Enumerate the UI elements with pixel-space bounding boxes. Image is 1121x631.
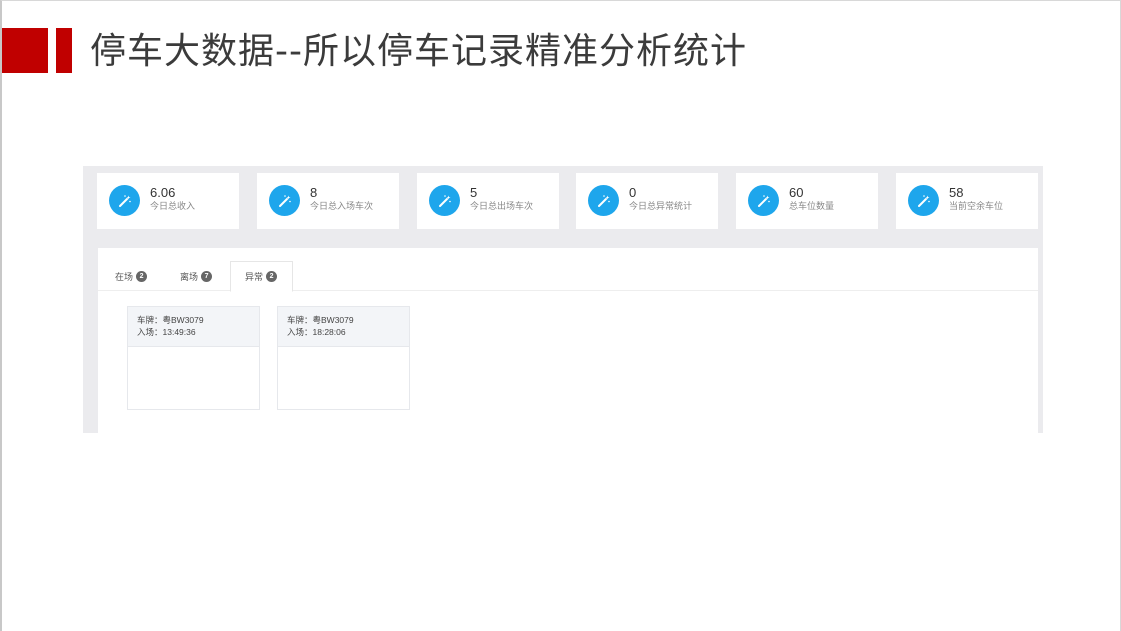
record-card[interactable]: 车牌：粤BW3079 入场：18:28:06: [277, 306, 410, 410]
wand-icon: [748, 185, 779, 216]
entry-label: 入场：: [287, 328, 313, 338]
plate-value: 粤BW3079: [312, 315, 354, 325]
stat-card-today-anomalies: 0 今日总异常统计: [576, 173, 718, 229]
tab-departed[interactable]: 离场 7: [180, 261, 213, 291]
stat-value: 0: [629, 185, 637, 200]
stat-value: 60: [789, 185, 804, 200]
parking-dashboard: 6.06 今日总收入 8 今日总入场车次 5 今日总出场车次 0 今日总异常统计…: [83, 166, 1043, 433]
wand-icon: [269, 185, 300, 216]
stat-label: 今日总出场车次: [470, 202, 534, 212]
stat-value: 5: [470, 185, 478, 200]
record-card-header: 车牌：粤BW3079 入场：13:49:36: [128, 307, 259, 347]
record-entry-time: 入场：13:49:36: [137, 327, 196, 339]
tab-label: 离场: [180, 272, 199, 283]
stat-value: 6.06: [150, 185, 176, 200]
stat-value: 8: [310, 185, 318, 200]
record-card[interactable]: 车牌：粤BW3079 入场：13:49:36: [127, 306, 260, 410]
stat-value: 58: [949, 185, 964, 200]
plate-value: 粤BW3079: [162, 315, 204, 325]
plate-label: 车牌：: [287, 316, 313, 326]
record-plate: 车牌：粤BW3079: [287, 315, 354, 327]
stat-label: 当前空余车位: [949, 202, 1004, 212]
tab-count-badge: 7: [201, 270, 213, 282]
stat-card-total-spaces: 60 总车位数量: [736, 173, 878, 229]
stat-label: 总车位数量: [789, 202, 835, 212]
wand-icon: [588, 185, 619, 216]
stat-card-free-spaces: 58 当前空余车位: [896, 173, 1038, 229]
record-plate: 车牌：粤BW3079: [137, 315, 204, 327]
stat-card-today-income: 6.06 今日总收入: [97, 173, 239, 229]
stat-label: 今日总异常统计: [629, 202, 693, 212]
tab-bar: 在场 2 离场 7 异常 2: [98, 261, 1038, 292]
tab-label: 异常: [245, 273, 264, 283]
tab-count-badge: 2: [266, 271, 278, 282]
record-card-header: 车牌：粤BW3079 入场：18:28:06: [278, 307, 409, 347]
tab-label: 在场: [115, 272, 134, 283]
entry-label: 入场：: [137, 328, 163, 338]
wand-icon: [908, 185, 939, 216]
stat-label: 今日总收入: [150, 202, 196, 212]
plate-label: 车牌：: [137, 316, 163, 326]
stat-card-today-entries: 8 今日总入场车次: [257, 173, 399, 229]
title-accent-block: [2, 28, 48, 73]
wand-icon: [429, 185, 460, 216]
stat-label: 今日总入场车次: [310, 202, 374, 212]
stat-card-today-exits: 5 今日总出场车次: [417, 173, 559, 229]
tab-on-site[interactable]: 在场 2: [115, 261, 148, 291]
records-panel: 在场 2 离场 7 异常 2 车牌：粤BW3079 入场：13:49:36 车牌…: [98, 248, 1038, 433]
slide-title: 停车大数据--所以停车记录精准分析统计: [90, 31, 747, 72]
record-entry-time: 入场：18:28:06: [287, 327, 346, 339]
entry-time-value: 18:28:06: [312, 327, 346, 337]
tab-anomaly[interactable]: 异常 2: [230, 261, 293, 292]
entry-time-value: 13:49:36: [162, 327, 196, 337]
tab-count-badge: 2: [136, 270, 148, 282]
title-accent-bar: [56, 28, 72, 73]
wand-icon: [109, 185, 140, 216]
